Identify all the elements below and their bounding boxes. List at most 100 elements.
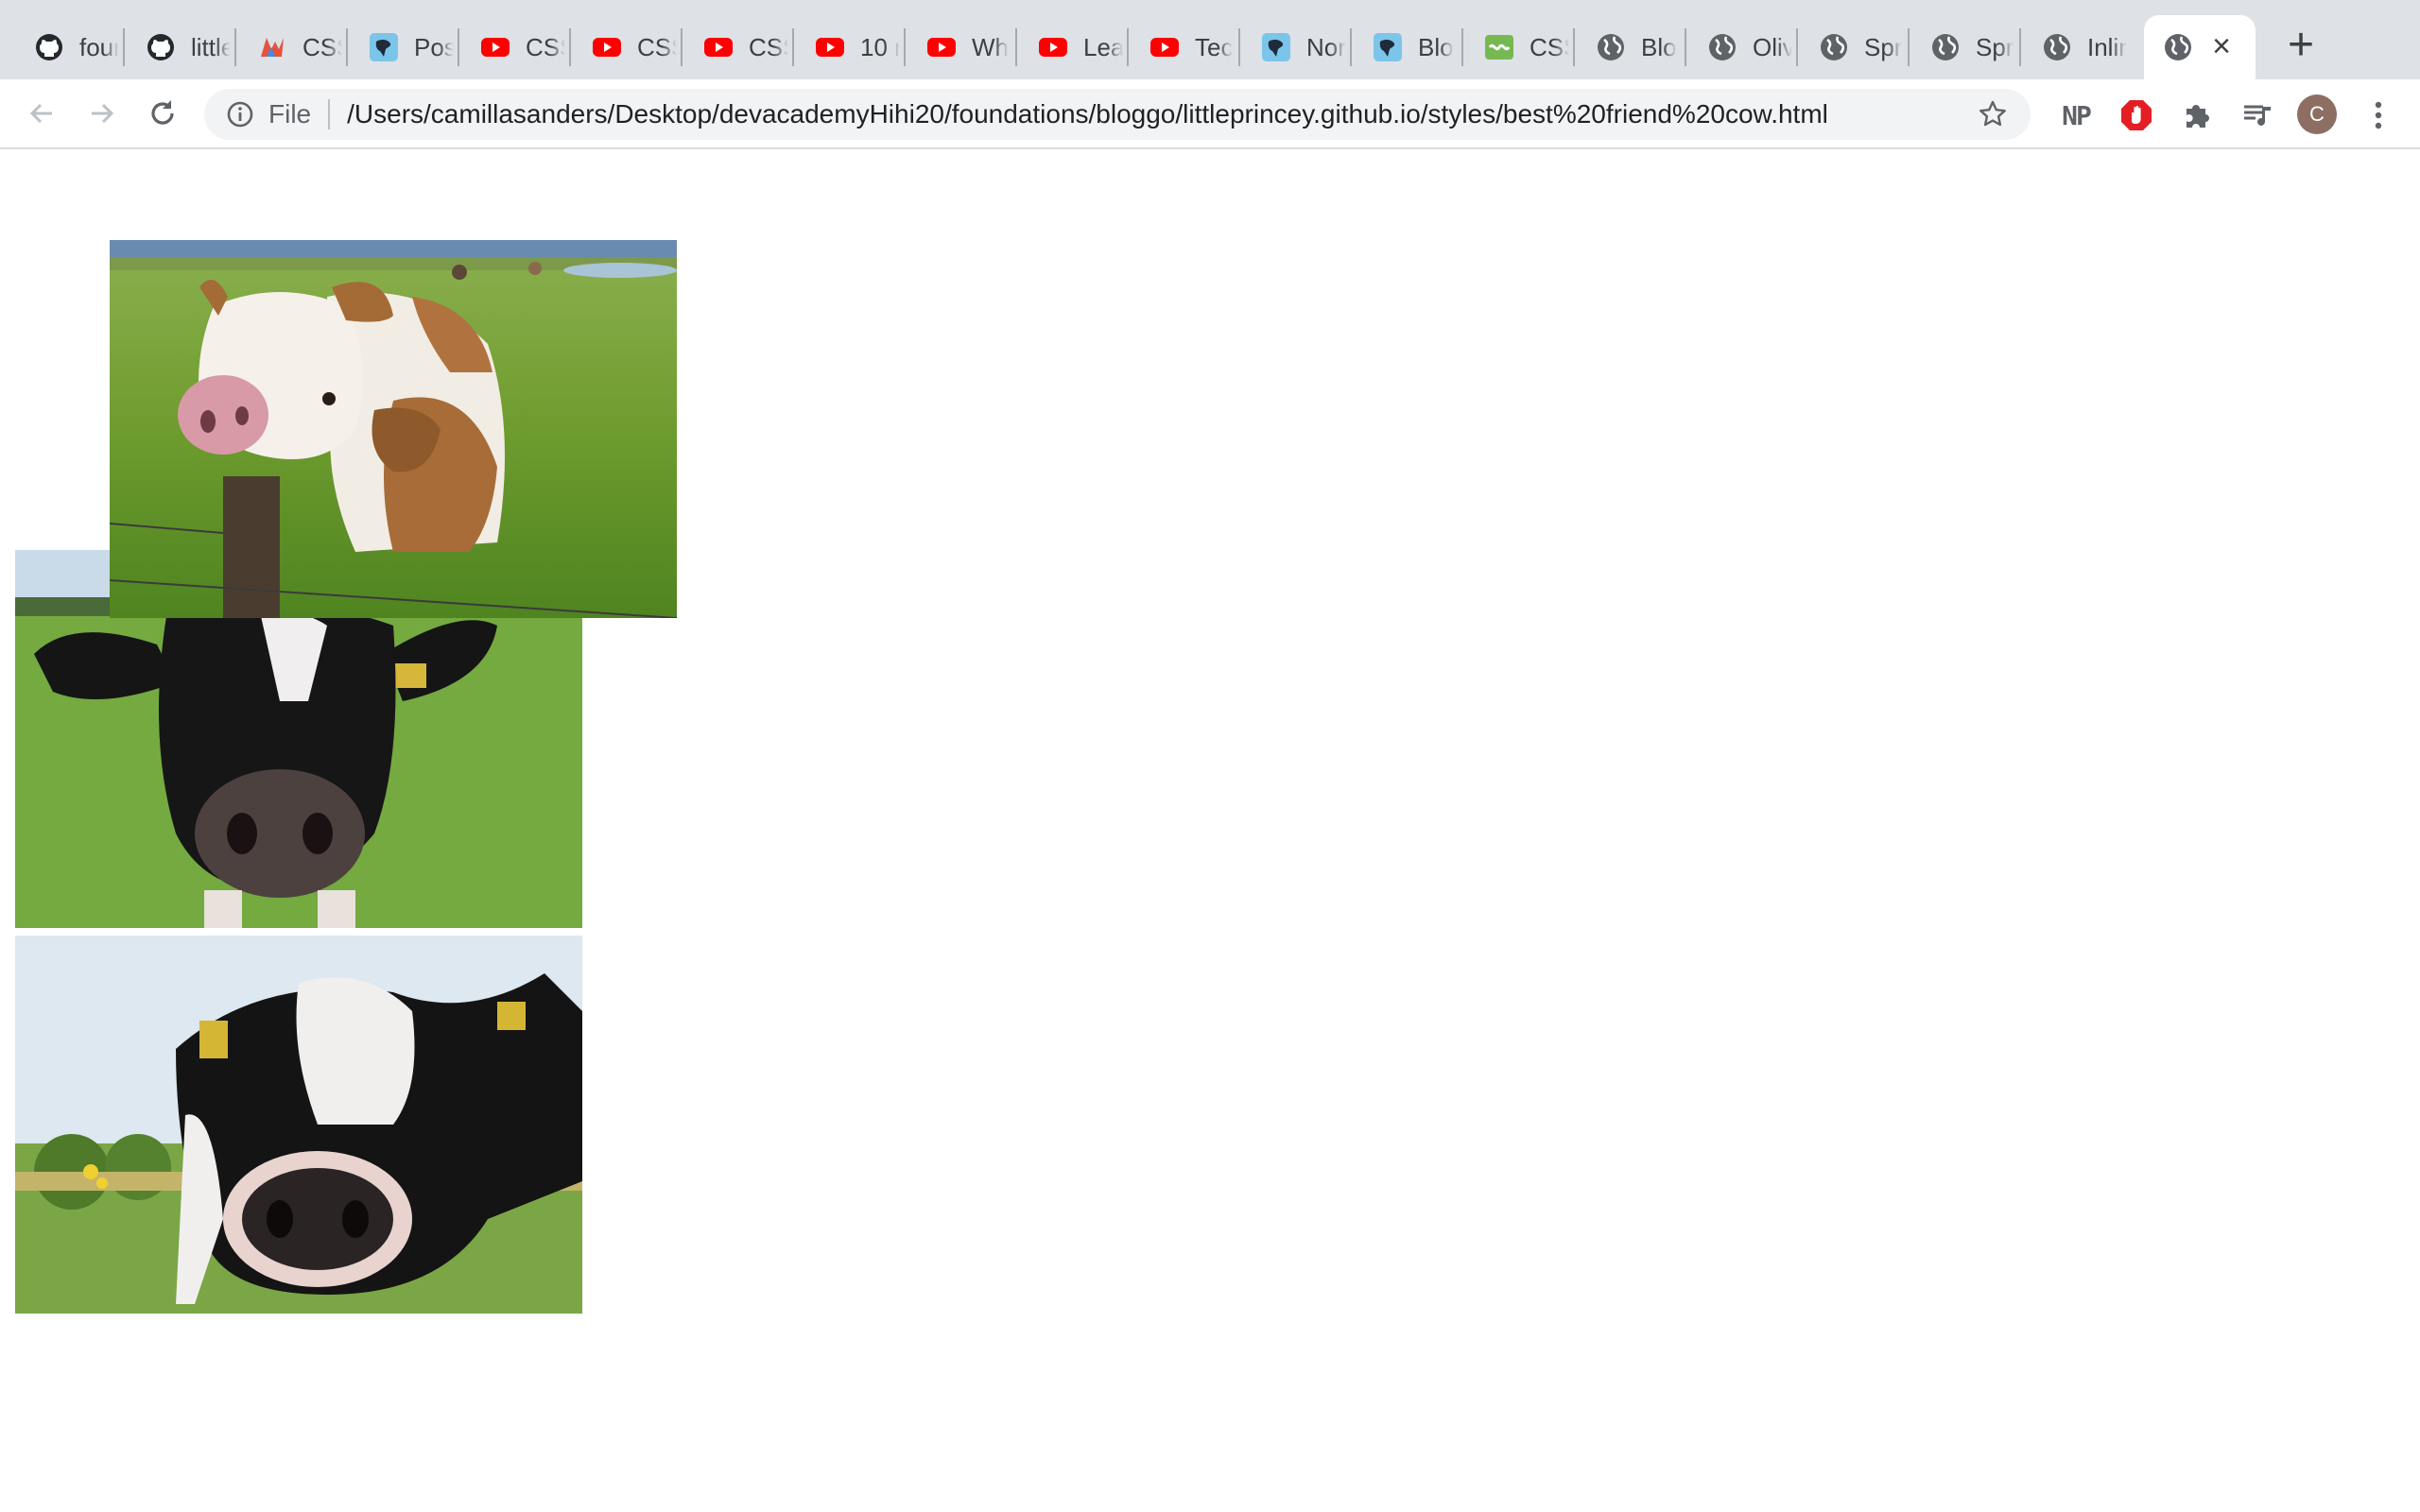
tab-title: Wh (972, 32, 1009, 61)
tab-1[interactable]: four (15, 15, 119, 79)
menu-button[interactable] (2360, 96, 2397, 134)
tab-separator (1461, 28, 1463, 66)
close-tab-button[interactable]: × (2204, 30, 2238, 64)
np-extension-label: NP (2062, 99, 2092, 131)
site-icon (369, 32, 399, 62)
globe-icon (1596, 32, 1626, 62)
tab-separator (904, 28, 906, 66)
tab-separator (569, 28, 571, 66)
tab-3[interactable]: CSS (238, 15, 342, 79)
tab-4[interactable]: Pos (350, 15, 454, 79)
tab-15[interactable]: Blo (1577, 15, 1681, 79)
tab-7[interactable]: CSS (684, 15, 788, 79)
tab-separator (1015, 28, 1017, 66)
tab-active[interactable]: × (2144, 15, 2256, 79)
tab-title: Blo (1418, 32, 1454, 61)
tab-9[interactable]: Wh (908, 15, 1011, 79)
globe-icon (1819, 32, 1849, 62)
address-bar[interactable]: File /Users/camillasanders/Desktop/devac… (204, 89, 2031, 140)
cow-photo-black-white-closeup (15, 936, 582, 1314)
omnibox-divider (328, 99, 331, 129)
np-extension-button[interactable]: NP (2057, 96, 2095, 134)
reload-icon (151, 100, 174, 125)
tab-title: Blo (1641, 32, 1677, 61)
youtube-icon (592, 32, 622, 62)
tab-5[interactable]: CSS (461, 15, 565, 79)
extensions-button[interactable] (2178, 96, 2216, 134)
tab-2[interactable]: little (127, 15, 231, 79)
back-button[interactable] (19, 91, 64, 136)
github-icon (34, 32, 64, 62)
globe-icon (1930, 32, 1961, 62)
tab-8[interactable]: 10 r (796, 15, 900, 79)
tab-title: four (79, 32, 119, 61)
tab-title: CSS (526, 32, 565, 61)
forward-arrow-icon (92, 103, 114, 124)
tab-title: Nor (1306, 32, 1346, 61)
tab-separator (792, 28, 794, 66)
tab-16[interactable]: Oliv (1688, 15, 1792, 79)
tab-title: CSS (749, 32, 788, 61)
tab-10[interactable]: Lea (1019, 15, 1123, 79)
tab-19[interactable]: Inlin (2023, 15, 2127, 79)
tab-title: Pos (414, 32, 454, 61)
tab-separator (1238, 28, 1240, 66)
tab-title: Tec (1195, 32, 1234, 61)
profile-avatar[interactable]: C (2297, 94, 2337, 134)
forward-button[interactable] (79, 91, 125, 136)
cow-photo-brown-white (110, 240, 677, 618)
globe-icon (2042, 32, 2072, 62)
youtube-icon (1038, 32, 1068, 62)
tab-12[interactable]: Nor (1242, 15, 1346, 79)
github-icon (146, 32, 176, 62)
scheme-label: File (268, 99, 312, 129)
tab-title: Oliv (1753, 32, 1792, 61)
tab-title: 10 r (860, 32, 900, 61)
youtube-icon (703, 32, 734, 62)
globe-icon (1707, 32, 1737, 62)
bookmark-star-icon[interactable] (1978, 99, 2008, 129)
css-tricks-icon (257, 32, 287, 62)
site-icon (1373, 32, 1403, 62)
new-tab-button[interactable]: + (2274, 21, 2327, 74)
tab-title: Spr (1976, 32, 2014, 61)
tab-title: Spr (1864, 32, 1903, 61)
tab-title: CSS (637, 32, 677, 61)
reload-button[interactable] (140, 91, 185, 136)
tab-separator (346, 28, 348, 66)
tab-separator (1685, 28, 1686, 66)
adblock-icon (2121, 100, 2152, 130)
tab-title: Lea (1083, 32, 1123, 61)
tab-title: CSS (1530, 32, 1569, 61)
tab-title: CSS (302, 32, 342, 61)
youtube-icon (480, 32, 510, 62)
tab-strip: four little CSS Pos CSS CSS CSS 10 r Wh Lea Tec Nor… (0, 0, 2420, 79)
youtube-icon (926, 32, 957, 62)
tab-14[interactable]: CSS (1465, 15, 1569, 79)
tab-separator (234, 28, 236, 66)
tab-11[interactable]: Tec (1131, 15, 1235, 79)
tab-separator (1908, 28, 1910, 66)
queue-music-icon (2244, 105, 2271, 126)
tab-separator (123, 28, 125, 66)
tab-13[interactable]: Blo (1354, 15, 1458, 79)
tab-6[interactable]: CSS (573, 15, 677, 79)
tab-17[interactable]: Spr (1800, 15, 1904, 79)
site-icon (1261, 32, 1291, 62)
tab-separator (1796, 28, 1798, 66)
adblock-extension-button[interactable] (2118, 96, 2155, 134)
globe-icon (2163, 32, 2193, 62)
info-icon[interactable] (225, 99, 255, 129)
kebab-menu-icon (2375, 101, 2382, 129)
tab-title: Inlin (2087, 32, 2127, 61)
tab-separator (1350, 28, 1352, 66)
tab-separator (458, 28, 459, 66)
browser-toolbar: File /Users/camillasanders/Desktop/devac… (0, 79, 2420, 149)
youtube-icon (1150, 32, 1180, 62)
green-site-icon (1484, 32, 1514, 62)
tab-18[interactable]: Spr (1911, 15, 2015, 79)
media-controls-button[interactable] (2238, 96, 2276, 134)
back-arrow-icon (29, 103, 52, 124)
tab-separator (1573, 28, 1575, 66)
url-text[interactable]: /Users/camillasanders/Desktop/devacademy… (347, 99, 1828, 129)
